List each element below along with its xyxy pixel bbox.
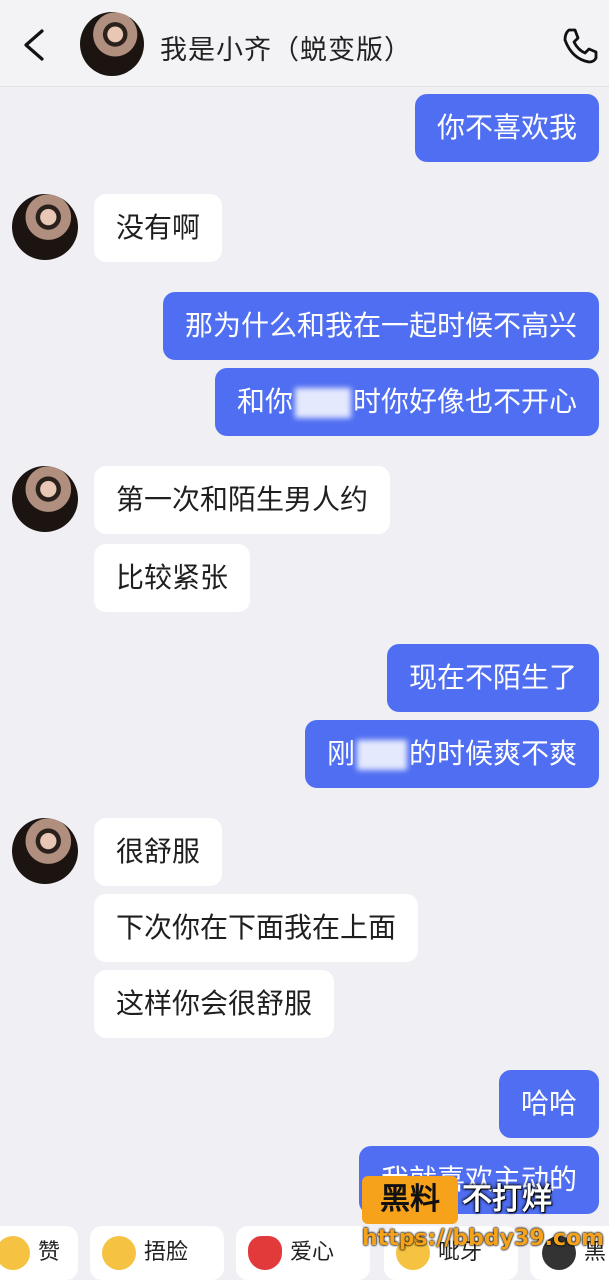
contact-avatar[interactable] xyxy=(80,12,144,76)
outgoing-message[interactable]: 那为什么和我在一起时候不高兴 xyxy=(162,292,599,360)
reaction-thumbs-up[interactable]: 赞 xyxy=(0,1226,78,1280)
sender-avatar[interactable] xyxy=(12,466,78,532)
watermark-url: https://bbdy39.com xyxy=(362,1226,605,1251)
sender-avatar[interactable] xyxy=(12,818,78,884)
incoming-message[interactable]: 比较紧张 xyxy=(94,544,251,612)
chat-header: 我是小齐（蜕变版） xyxy=(0,0,609,87)
back-icon[interactable] xyxy=(20,28,48,62)
reaction-facepalm[interactable]: 捂脸 xyxy=(90,1226,224,1280)
incoming-message[interactable]: 第一次和陌生男人约 xyxy=(94,466,391,534)
watermark-slogan: 不打烊 xyxy=(462,1182,552,1217)
reaction-label: 捂脸 xyxy=(144,1240,189,1265)
facepalm-icon xyxy=(102,1236,136,1270)
thumbs-up-icon xyxy=(0,1236,30,1270)
message-text-part: 时你好像也不开心 xyxy=(352,385,577,418)
outgoing-message[interactable]: 你不喜欢我 xyxy=(414,94,599,162)
reaction-label: 爱心 xyxy=(290,1240,335,1265)
outgoing-message[interactable]: 哈哈 xyxy=(498,1070,599,1138)
censor-blur xyxy=(356,740,407,770)
outgoing-message[interactable]: 刚 的时候爽不爽 xyxy=(304,720,599,788)
incoming-message[interactable]: 下次你在下面我在上面 xyxy=(94,894,419,962)
reaction-heart[interactable]: 爱心 xyxy=(236,1226,370,1280)
watermark-brand: 黑料 xyxy=(362,1176,458,1224)
incoming-message[interactable]: 这样你会很舒服 xyxy=(94,970,335,1038)
message-text-part: 的时候爽不爽 xyxy=(408,737,577,770)
censor-blur xyxy=(294,388,351,418)
message-text-part: 和你 xyxy=(236,385,293,418)
message-text-part: 刚 xyxy=(326,737,355,770)
heart-icon xyxy=(248,1236,282,1270)
incoming-message[interactable]: 很舒服 xyxy=(94,818,223,886)
reaction-label: 赞 xyxy=(38,1240,61,1265)
contact-name: 我是小齐（蜕变版） xyxy=(160,35,412,66)
phone-icon[interactable] xyxy=(560,26,600,66)
outgoing-message[interactable]: 现在不陌生了 xyxy=(386,644,599,712)
incoming-message[interactable]: 没有啊 xyxy=(94,194,223,262)
outgoing-message[interactable]: 和你 时你好像也不开心 xyxy=(214,368,599,436)
watermark: 黑料 不打烊 https://bbdy39.com xyxy=(362,1176,605,1260)
sender-avatar[interactable] xyxy=(12,194,78,260)
